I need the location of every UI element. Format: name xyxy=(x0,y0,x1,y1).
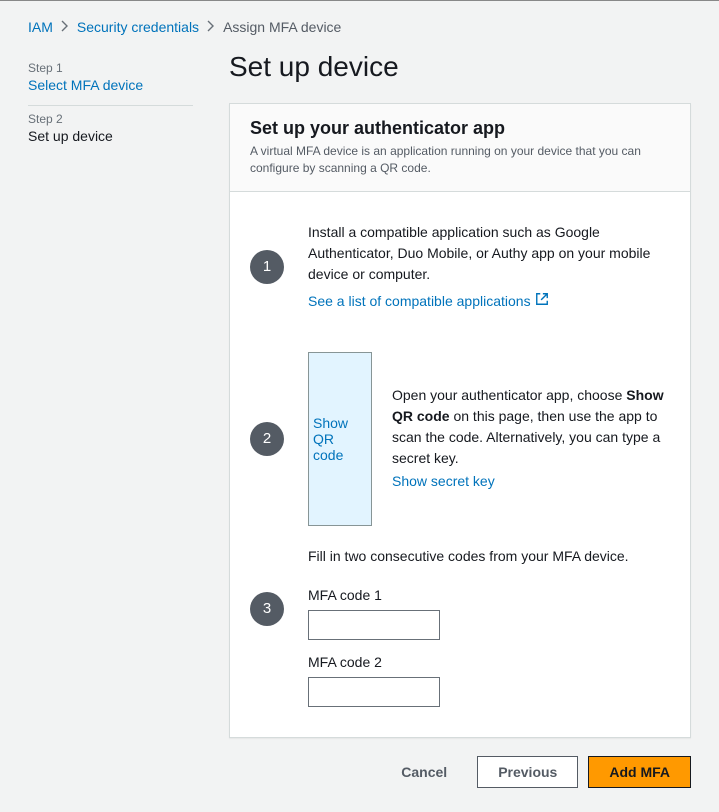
panel-header: Set up your authenticator app A virtual … xyxy=(230,104,690,192)
chevron-right-icon xyxy=(61,19,69,35)
step2-text-pre: Open your authenticator app, choose xyxy=(392,387,626,403)
panel-desc: A virtual MFA device is an application r… xyxy=(250,143,670,177)
nav-step-2-name: Set up device xyxy=(28,128,193,144)
side-nav: Step 1 Select MFA device Step 2 Set up d… xyxy=(28,45,193,788)
cancel-button[interactable]: Cancel xyxy=(381,756,467,788)
show-qr-code-button[interactable]: Show QR code xyxy=(308,352,372,526)
setup-step-3: 3 Fill in two consecutive codes from you… xyxy=(250,566,670,707)
mfa-code-2-input[interactable] xyxy=(308,677,440,707)
page-title: Set up device xyxy=(229,51,691,83)
breadcrumb-current: Assign MFA device xyxy=(223,19,341,35)
step1-text: Install a compatible application such as… xyxy=(308,222,670,285)
add-mfa-button[interactable]: Add MFA xyxy=(588,756,691,788)
step-number-1: 1 xyxy=(250,250,284,284)
step3-desc: Fill in two consecutive codes from your … xyxy=(308,546,670,567)
previous-button[interactable]: Previous xyxy=(477,756,578,788)
nav-step-1[interactable]: Step 1 Select MFA device xyxy=(28,55,193,106)
setup-step-2: 2 Show QR code Open your authenticator a… xyxy=(250,352,670,526)
setup-step-1: 1 Install a compatible application such … xyxy=(250,222,670,312)
breadcrumb-iam[interactable]: IAM xyxy=(28,19,53,35)
show-secret-key-link[interactable]: Show secret key xyxy=(392,471,495,492)
nav-step-2-label: Step 2 xyxy=(28,112,193,126)
nav-step-2: Step 2 Set up device xyxy=(28,106,193,156)
show-qr-code-label: Show QR code xyxy=(313,415,367,463)
breadcrumb: IAM Security credentials Assign MFA devi… xyxy=(0,1,719,45)
setup-panel: Set up your authenticator app A virtual … xyxy=(229,103,691,738)
nav-step-1-label: Step 1 xyxy=(28,61,193,75)
breadcrumb-security[interactable]: Security credentials xyxy=(77,19,199,35)
mfa-code-2-label: MFA code 2 xyxy=(308,652,670,673)
footer-buttons: Cancel Previous Add MFA xyxy=(229,738,691,788)
mfa-code-1-label: MFA code 1 xyxy=(308,585,670,606)
compatible-apps-link-label: See a list of compatible applications xyxy=(308,291,531,312)
panel-title: Set up your authenticator app xyxy=(250,118,670,139)
step-number-3: 3 xyxy=(250,592,284,626)
external-link-icon xyxy=(535,291,549,312)
step-number-2: 2 xyxy=(250,422,284,456)
compatible-apps-link[interactable]: See a list of compatible applications xyxy=(308,291,549,312)
mfa-code-1-input[interactable] xyxy=(308,610,440,640)
chevron-right-icon xyxy=(207,19,215,35)
nav-step-1-name: Select MFA device xyxy=(28,77,193,93)
